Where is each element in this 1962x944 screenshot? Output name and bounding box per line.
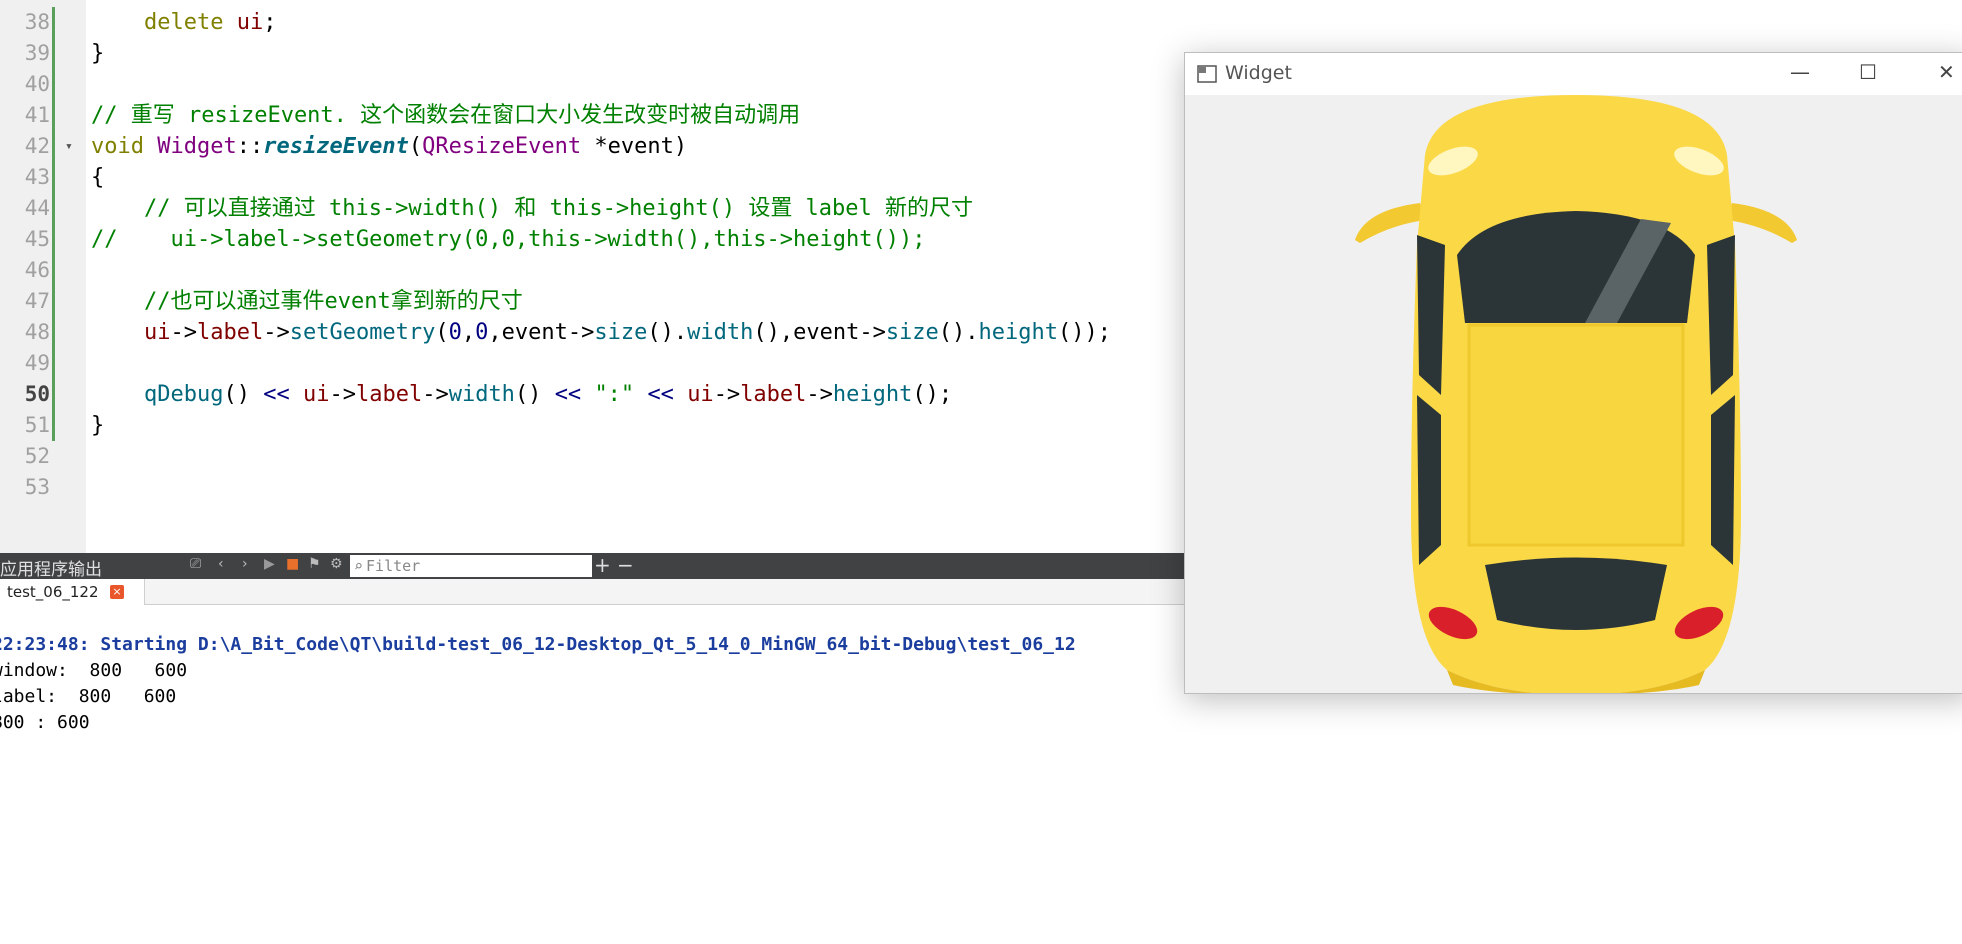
right-front-window (1707, 235, 1735, 395)
code-text: qDebug() << ui->label->width() << ":" <<… (143, 382, 953, 407)
modified-line-marker (52, 100, 55, 131)
line-number: 47 (24, 289, 50, 313)
modified-line-marker (52, 193, 55, 224)
modified-line-marker (52, 162, 55, 193)
settings-gear-icon[interactable]: ⚙ (330, 556, 343, 572)
search-icon: ⌕ (354, 557, 364, 575)
line-number: 46 (24, 258, 50, 282)
tab-test-06-122[interactable]: test_06_122 × (0, 579, 145, 605)
output-line: 22:23:48: Starting D:\A_Bit_Code\QT\buil… (0, 634, 1076, 655)
remove-output-button[interactable]: − (617, 553, 634, 577)
line-number: 40 (24, 72, 50, 96)
output-line: window: 800 600 (0, 660, 188, 681)
attach-debugger-icon[interactable]: ⚑ (308, 556, 321, 572)
line-number: 50 (24, 382, 50, 406)
clear-output-icon[interactable]: ⎚ (190, 556, 201, 572)
line-number: 43 (24, 165, 50, 189)
modified-line-marker (52, 286, 55, 317)
next-item-icon[interactable]: › (242, 556, 248, 572)
modified-line-marker (52, 255, 55, 286)
window-titlebar[interactable]: Widget — ☐ ✕ (1185, 53, 1962, 95)
modified-line-marker (52, 69, 55, 100)
tab-label: test_06_122 (7, 583, 99, 601)
code-text: } (91, 41, 105, 66)
code-text: ui->label->setGeometry(0,0,event->size()… (143, 320, 1112, 345)
filter-placeholder: Filter (366, 557, 421, 575)
code-text: // 重写 resizeEvent. 这个函数会在窗口大小发生改变时被自动调用 (91, 103, 801, 128)
right-rear-window (1711, 395, 1735, 565)
left-rear-window (1417, 395, 1441, 565)
line-number: 49 (24, 351, 50, 375)
modified-line-marker (52, 379, 55, 410)
left-mirror (1355, 203, 1425, 243)
modified-line-marker (52, 317, 55, 348)
left-front-window (1417, 235, 1445, 395)
line-number: 52 (24, 444, 50, 468)
line-number: 42 (24, 134, 50, 158)
prev-item-icon[interactable]: ‹ (218, 556, 224, 572)
window-title: Widget (1225, 62, 1292, 84)
code-text: //也可以通过事件event拿到新的尺寸 (91, 289, 523, 314)
app-window-icon (1197, 65, 1217, 83)
modified-line-marker (52, 224, 55, 255)
add-output-button[interactable]: + (594, 553, 611, 577)
line-number: 38 (24, 10, 50, 34)
modified-line-marker (52, 348, 55, 379)
modified-line-marker (52, 38, 55, 69)
output-pane-title: 应用程序输出 (0, 560, 102, 580)
line-number: 51 (24, 413, 50, 437)
yellow-car-image (1355, 95, 1797, 693)
code-text: { (91, 165, 105, 190)
fold-toggle-icon[interactable]: ▾ (65, 131, 73, 162)
code-text: // 可以直接通过 this->width() 和 this->height()… (91, 196, 974, 221)
line-number: 45 (24, 227, 50, 251)
run-icon[interactable]: ▶ (264, 556, 275, 572)
modified-line-marker (52, 131, 55, 162)
line-number: 41 (24, 103, 50, 127)
close-tab-icon[interactable]: × (110, 585, 124, 599)
line-number: 53 (24, 475, 50, 499)
code-text: delete ui; (143, 10, 277, 35)
output-line: label: 800 600 (0, 686, 177, 707)
maximize-icon[interactable]: ☐ (1859, 60, 1877, 84)
car-roof (1467, 323, 1685, 547)
code-text: // ui->label->setGeometry(0,0,this->widt… (91, 227, 926, 252)
rear-window (1485, 557, 1667, 630)
line-number: 39 (24, 41, 50, 65)
close-icon[interactable]: ✕ (1938, 60, 1955, 84)
window-client-area (1185, 95, 1962, 693)
line-number: 44 (24, 196, 50, 220)
filter-input[interactable]: ⌕ Filter (350, 555, 592, 577)
line-number: 48 (24, 320, 50, 344)
modified-line-marker (52, 410, 55, 441)
modified-line-marker (52, 7, 55, 38)
output-line: 800 : 600 (0, 712, 90, 733)
stop-icon[interactable]: ■ (286, 556, 299, 572)
right-mirror (1727, 203, 1797, 243)
code-text: void Widget::resizeEvent(QResizeEvent *e… (91, 134, 688, 159)
minimize-icon[interactable]: — (1790, 60, 1810, 84)
code-text: } (91, 413, 105, 438)
code-line[interactable]: 38 delete ui; (0, 7, 1962, 38)
widget-window[interactable]: Widget — ☐ ✕ (1184, 52, 1962, 694)
